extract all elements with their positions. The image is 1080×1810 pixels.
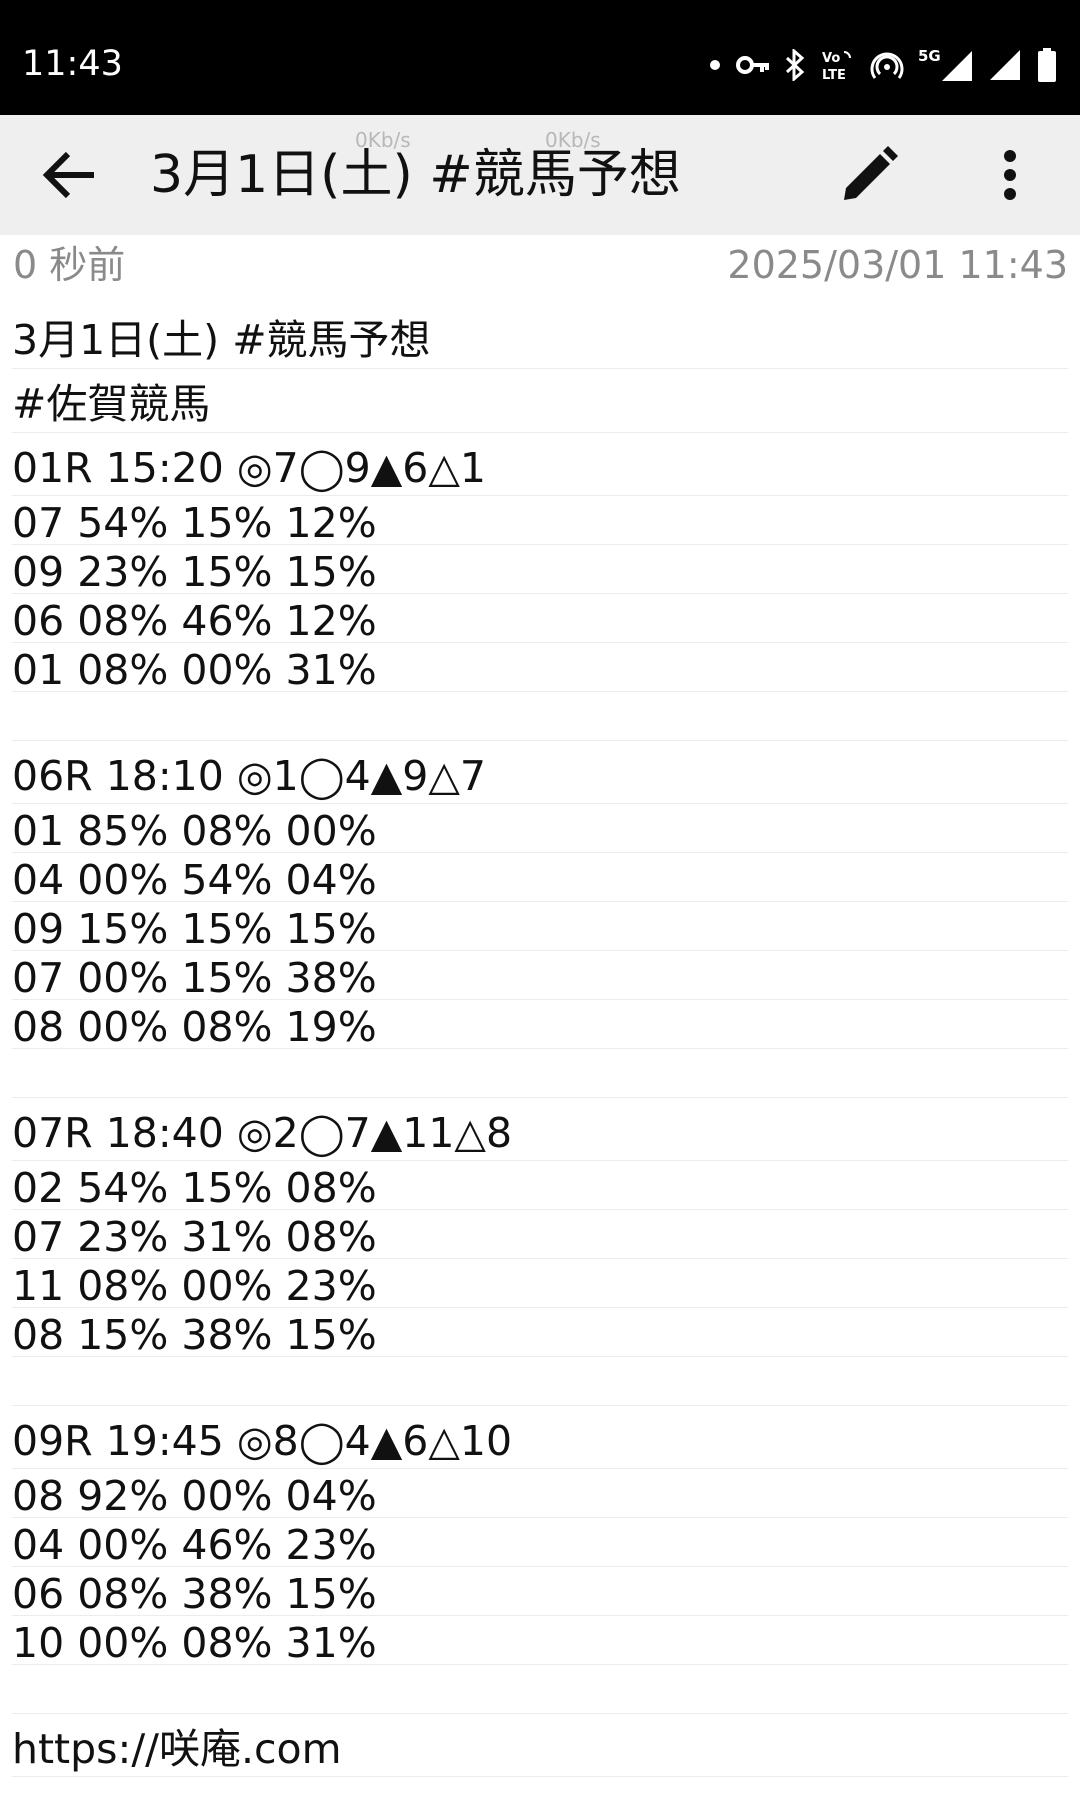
relative-time: 0 秒前 <box>13 243 126 287</box>
arrow-back-icon <box>42 151 94 199</box>
race-header: 07R 18:40 ◎2◯7▲11△8 <box>12 1098 1068 1161</box>
status-time: 11:43 <box>22 44 123 84</box>
race-row: 08 15% 38% 15% <box>12 1308 1068 1359</box>
page-title: 3月1日(土) #競馬予想 <box>150 145 681 205</box>
note-meta: 0 秒前 2025/03/01 11:43 <box>0 240 1080 290</box>
race-row: 06 08% 46% 12% <box>12 594 1068 645</box>
status-icons: Vo LTE 5G <box>708 42 1058 88</box>
note-title-line: 3月1日(土) #競馬予想 <box>12 305 1068 369</box>
race-header: 01R 15:20 ◎7◯9▲6△1 <box>12 433 1068 496</box>
race-row: 01 85% 08% 00% <box>12 804 1068 855</box>
race-row: 09 15% 15% 15% <box>12 902 1068 953</box>
svg-text:5G: 5G <box>918 47 941 65</box>
battery-icon <box>1038 48 1056 82</box>
blank-line <box>12 1049 1068 1098</box>
timestamp: 2025/03/01 11:43 <box>727 243 1068 287</box>
footer-url: https://咲庵.com <box>12 1714 1068 1777</box>
app-bar: 0Kb/s 0Kb/s 3月1日(土) #競馬予想 <box>0 115 1080 235</box>
race-row: 07 54% 15% 12% <box>12 496 1068 547</box>
hotspot-icon <box>870 52 904 79</box>
back-button[interactable] <box>30 145 110 205</box>
race-row: 07 00% 15% 38% <box>12 951 1068 1002</box>
signal-icon <box>990 50 1020 80</box>
5g-signal-icon: 5G <box>918 47 972 81</box>
pencil-icon <box>844 146 898 200</box>
race-row: 04 00% 46% 23% <box>12 1518 1068 1569</box>
more-options-button[interactable] <box>980 143 1040 207</box>
edit-button[interactable] <box>830 143 908 207</box>
blank-line <box>12 1665 1068 1714</box>
race-row: 10 00% 08% 31% <box>12 1616 1068 1667</box>
race-row: 08 92% 00% 04% <box>12 1469 1068 1520</box>
vpn-key-icon <box>736 56 769 74</box>
blank-line <box>12 1357 1068 1406</box>
blank-line <box>12 692 1068 741</box>
race-row: 06 08% 38% 15% <box>12 1567 1068 1618</box>
race-row: 04 00% 54% 04% <box>12 853 1068 904</box>
bluetooth-icon <box>785 49 805 81</box>
svg-text:LTE: LTE <box>822 68 846 82</box>
race-row: 01 08% 00% 31% <box>12 643 1068 694</box>
race-header: 09R 19:45 ◎8◯4▲6△10 <box>12 1406 1068 1469</box>
more-vert-icon <box>1004 150 1016 200</box>
race-header: 06R 18:10 ◎1◯4▲9△7 <box>12 741 1068 804</box>
volte-icon: Vo LTE <box>822 51 851 82</box>
status-bar: 11:43 Vo LTE 5G <box>0 0 1080 115</box>
race-row: 11 08% 00% 23% <box>12 1259 1068 1310</box>
race-row: 08 00% 08% 19% <box>12 1000 1068 1051</box>
race-row: 07 23% 31% 08% <box>12 1210 1068 1261</box>
dot-icon <box>710 60 720 70</box>
note-body[interactable]: 3月1日(土) #競馬予想 #佐賀競馬 01R 15:20 ◎7◯9▲6△1 0… <box>0 305 1080 1777</box>
race-row: 02 54% 15% 08% <box>12 1161 1068 1212</box>
note-tag-line: #佐賀競馬 <box>12 369 1068 433</box>
svg-text:Vo: Vo <box>822 51 840 66</box>
race-row: 09 23% 15% 15% <box>12 545 1068 596</box>
